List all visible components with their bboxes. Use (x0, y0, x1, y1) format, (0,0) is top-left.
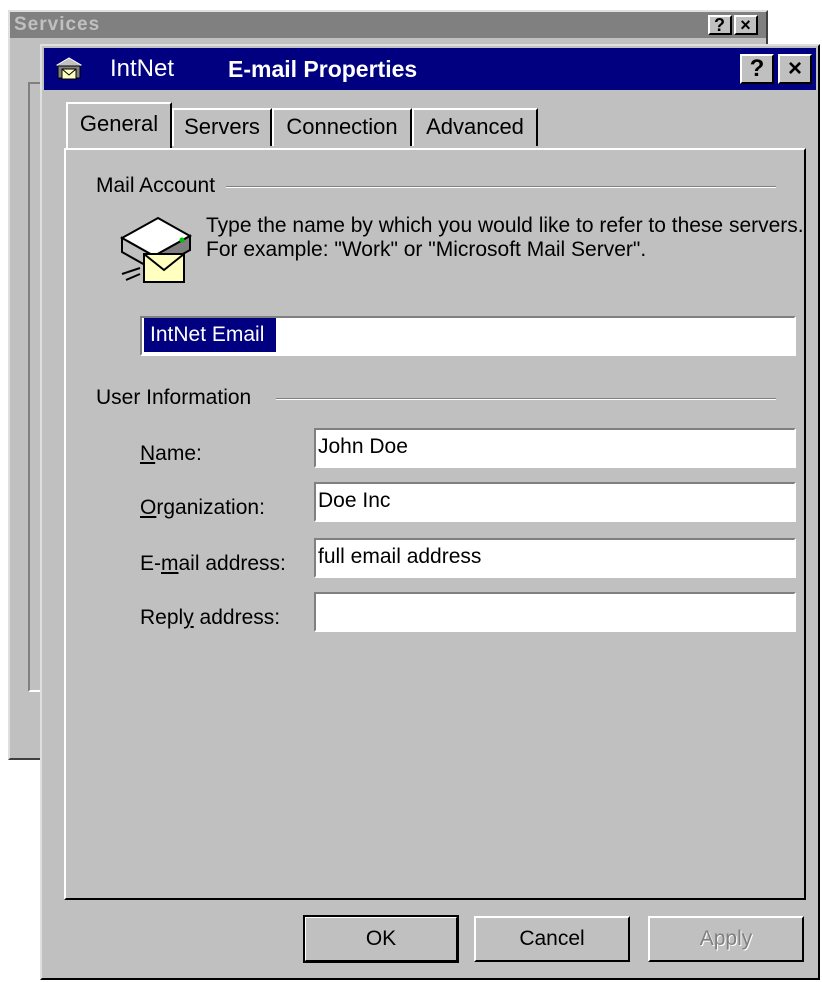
tab-advanced[interactable]: Advanced (412, 108, 538, 146)
mail-app-icon (56, 57, 82, 80)
organization-label: Organization: (140, 496, 265, 519)
reply-address-input[interactable] (314, 592, 796, 632)
cancel-button[interactable]: Cancel (474, 916, 630, 962)
account-name-input[interactable]: IntNet Email (140, 316, 796, 356)
help-button[interactable]: ? (740, 54, 774, 84)
dialog-app-name: IntNet (110, 55, 175, 82)
name-label: Name: (140, 442, 202, 465)
user-information-divider (276, 398, 776, 400)
email-address-input[interactable]: full email address (314, 538, 796, 578)
services-help-button[interactable]: ? (708, 15, 732, 35)
organization-input[interactable]: Doe Inc (314, 482, 796, 522)
tab-servers[interactable]: Servers (172, 108, 272, 146)
email-address-label: E-mail address: (140, 552, 286, 575)
account-name-selection: IntNet Email (144, 318, 277, 352)
services-title: Services (14, 14, 101, 35)
dialog-title: E-mail Properties (228, 56, 418, 82)
dialog-title-bar[interactable]: IntNet E-mail Properties ? × (44, 48, 816, 90)
mail-account-description: Type the name by which you would like to… (206, 214, 804, 261)
tab-general[interactable]: General (66, 102, 172, 148)
ok-button[interactable]: OK (303, 915, 459, 963)
reply-address-label: Reply address: (140, 606, 281, 629)
services-close-button[interactable]: × (734, 15, 758, 35)
close-button[interactable]: × (778, 54, 812, 84)
user-information-group-label: User Information (96, 386, 262, 410)
mail-account-group-label: Mail Account (96, 174, 226, 198)
services-title-bar: Services ? × (10, 12, 766, 38)
name-input[interactable]: John Doe (314, 428, 796, 468)
general-tab-panel: Mail Account Type the name by which you … (64, 148, 806, 900)
tab-connection[interactable]: Connection (272, 108, 412, 146)
mail-account-divider (226, 186, 776, 188)
email-properties-dialog: IntNet E-mail Properties ? × General Ser… (40, 44, 820, 980)
apply-button[interactable]: Apply (648, 916, 804, 962)
mail-server-icon (119, 216, 193, 283)
